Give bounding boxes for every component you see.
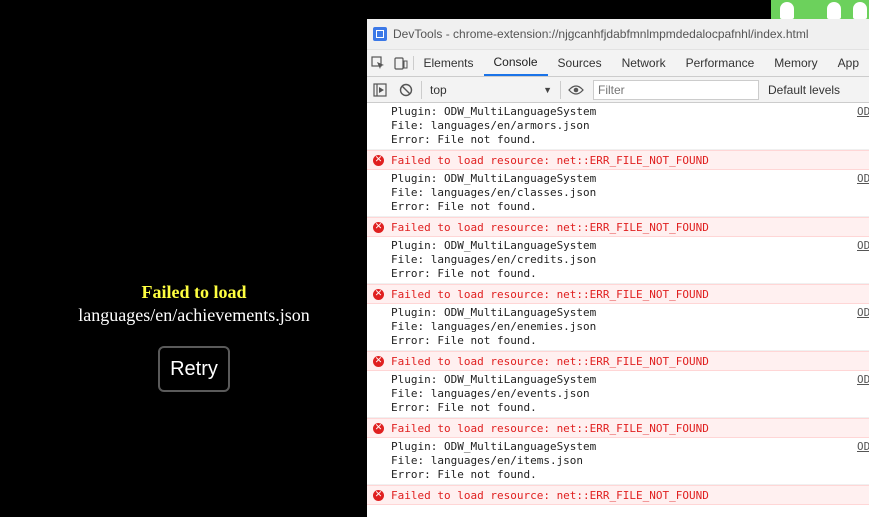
dropdown-arrow-icon: ▼ bbox=[543, 84, 552, 95]
clear-icon bbox=[399, 83, 413, 96]
devtools-window-title: DevTools - chrome-extension://njgcanhfjd… bbox=[393, 27, 809, 41]
console-error-message: ✕ Failed to load resource: net::ERR_FILE_… bbox=[367, 418, 869, 438]
console-log-message: Plugin: ODW_MultiLanguageSystem File: lan… bbox=[367, 103, 869, 150]
error-text: Failed to load resource: net::ERR_FILE_N… bbox=[391, 422, 709, 435]
log-line-error: Error: File not found. bbox=[391, 200, 537, 213]
clear-console-button[interactable] bbox=[393, 78, 419, 102]
log-line-file: File: languages/en/armors.json bbox=[391, 119, 590, 132]
log-line-error: Error: File not found. bbox=[391, 401, 537, 414]
device-icon bbox=[394, 57, 408, 70]
tab-network[interactable]: Network bbox=[612, 50, 676, 76]
console-toolbar: top ▼ Default levels bbox=[367, 77, 869, 103]
retry-button[interactable]: Retry bbox=[158, 346, 230, 392]
top-right-strip bbox=[771, 0, 869, 19]
console-error-message: ✕ Failed to load resource: net::ERR_FILE_… bbox=[367, 485, 869, 505]
show-sidebar-button[interactable] bbox=[367, 78, 393, 102]
source-link[interactable]: OD bbox=[857, 440, 869, 454]
error-text: Failed to load resource: net::ERR_FILE_N… bbox=[391, 221, 709, 234]
error-icon: ✕ bbox=[373, 155, 384, 166]
error-icon: ✕ bbox=[373, 289, 384, 300]
game-canvas: Failed to load languages/en/achievements… bbox=[0, 0, 367, 517]
console-messages: Plugin: ODW_MultiLanguageSystem File: lan… bbox=[367, 103, 869, 505]
tab-performance[interactable]: Performance bbox=[676, 50, 765, 76]
source-link[interactable]: OD bbox=[857, 105, 869, 119]
log-line-file: File: languages/en/events.json bbox=[391, 387, 590, 400]
error-icon: ✕ bbox=[373, 356, 384, 367]
log-line-error: Error: File not found. bbox=[391, 267, 537, 280]
error-icon: ✕ bbox=[373, 490, 384, 501]
error-icon: ✕ bbox=[373, 423, 384, 434]
devtools-icon bbox=[373, 27, 387, 41]
tab-memory[interactable]: Memory bbox=[764, 50, 827, 76]
log-line-file: File: languages/en/enemies.json bbox=[391, 320, 597, 333]
error-text: Failed to load resource: net::ERR_FILE_N… bbox=[391, 355, 709, 368]
source-link[interactable]: OD bbox=[857, 306, 869, 320]
console-log-message: Plugin: ODW_MultiLanguageSystem File: lan… bbox=[367, 438, 869, 485]
console-error-message: ✕ Failed to load resource: net::ERR_FILE_… bbox=[367, 351, 869, 371]
error-text: Failed to load resource: net::ERR_FILE_N… bbox=[391, 288, 709, 301]
live-expression-button[interactable] bbox=[563, 78, 589, 102]
console-log-message: Plugin: ODW_MultiLanguageSystem File: lan… bbox=[367, 170, 869, 217]
log-line-file: File: languages/en/classes.json bbox=[391, 186, 597, 199]
console-error-message: ✕ Failed to load resource: net::ERR_FILE_… bbox=[367, 150, 869, 170]
log-line-error: Error: File not found. bbox=[391, 468, 537, 481]
log-line-error: Error: File not found. bbox=[391, 133, 537, 146]
indicator-icon bbox=[780, 2, 794, 19]
log-line-plugin: Plugin: ODW_MultiLanguageSystem bbox=[391, 373, 597, 386]
devtools-tabs: Elements Console Sources Network Perform… bbox=[367, 50, 869, 77]
source-link[interactable]: OD bbox=[857, 172, 869, 186]
tab-console[interactable]: Console bbox=[483, 50, 548, 76]
source-link[interactable]: OD bbox=[857, 239, 869, 253]
error-icon: ✕ bbox=[373, 222, 384, 233]
log-levels-dropdown[interactable]: Default levels bbox=[768, 83, 840, 97]
indicator-icon bbox=[827, 2, 841, 19]
devtools-titlebar: DevTools - chrome-extension://njgcanhfjd… bbox=[367, 19, 869, 50]
error-text: Failed to load resource: net::ERR_FILE_N… bbox=[391, 154, 709, 167]
source-link[interactable]: OD bbox=[857, 373, 869, 387]
log-line-plugin: Plugin: ODW_MultiLanguageSystem bbox=[391, 239, 597, 252]
log-line-plugin: Plugin: ODW_MultiLanguageSystem bbox=[391, 440, 597, 453]
console-error-message: ✕ Failed to load resource: net::ERR_FILE_… bbox=[367, 217, 869, 237]
console-error-message: ✕ Failed to load resource: net::ERR_FILE_… bbox=[367, 284, 869, 304]
console-log-message: Plugin: ODW_MultiLanguageSystem File: lan… bbox=[367, 371, 869, 418]
console-filter-input[interactable] bbox=[593, 79, 759, 100]
load-error-title: Failed to load bbox=[141, 282, 247, 302]
load-error-filename: languages/en/achievements.json bbox=[78, 305, 310, 325]
console-log-message: Plugin: ODW_MultiLanguageSystem File: lan… bbox=[367, 237, 869, 284]
log-line-file: File: languages/en/items.json bbox=[391, 454, 584, 467]
log-line-error: Error: File not found. bbox=[391, 334, 537, 347]
inspect-element-button[interactable] bbox=[367, 50, 390, 76]
log-line-plugin: Plugin: ODW_MultiLanguageSystem bbox=[391, 172, 597, 185]
eye-icon bbox=[568, 84, 584, 95]
toolbar-separator bbox=[421, 80, 422, 99]
devtools-window: DevTools - chrome-extension://njgcanhfjd… bbox=[367, 19, 869, 517]
log-line-plugin: Plugin: ODW_MultiLanguageSystem bbox=[391, 306, 597, 319]
tab-application[interactable]: App bbox=[828, 50, 869, 76]
tab-sources[interactable]: Sources bbox=[548, 50, 612, 76]
indicator-icon bbox=[853, 2, 867, 19]
device-toolbar-button[interactable] bbox=[390, 50, 413, 76]
inspect-icon bbox=[371, 56, 385, 69]
log-line-file: File: languages/en/credits.json bbox=[391, 253, 597, 266]
context-value: top bbox=[430, 82, 447, 97]
console-log-message: Plugin: ODW_MultiLanguageSystem File: lan… bbox=[367, 304, 869, 351]
sidebar-play-icon bbox=[373, 82, 387, 97]
toolbar-separator bbox=[560, 80, 561, 99]
error-text: Failed to load resource: net::ERR_FILE_N… bbox=[391, 489, 709, 502]
context-selector[interactable]: top ▼ bbox=[424, 80, 558, 100]
tab-elements[interactable]: Elements bbox=[413, 50, 483, 76]
log-line-plugin: Plugin: ODW_MultiLanguageSystem bbox=[391, 105, 597, 118]
